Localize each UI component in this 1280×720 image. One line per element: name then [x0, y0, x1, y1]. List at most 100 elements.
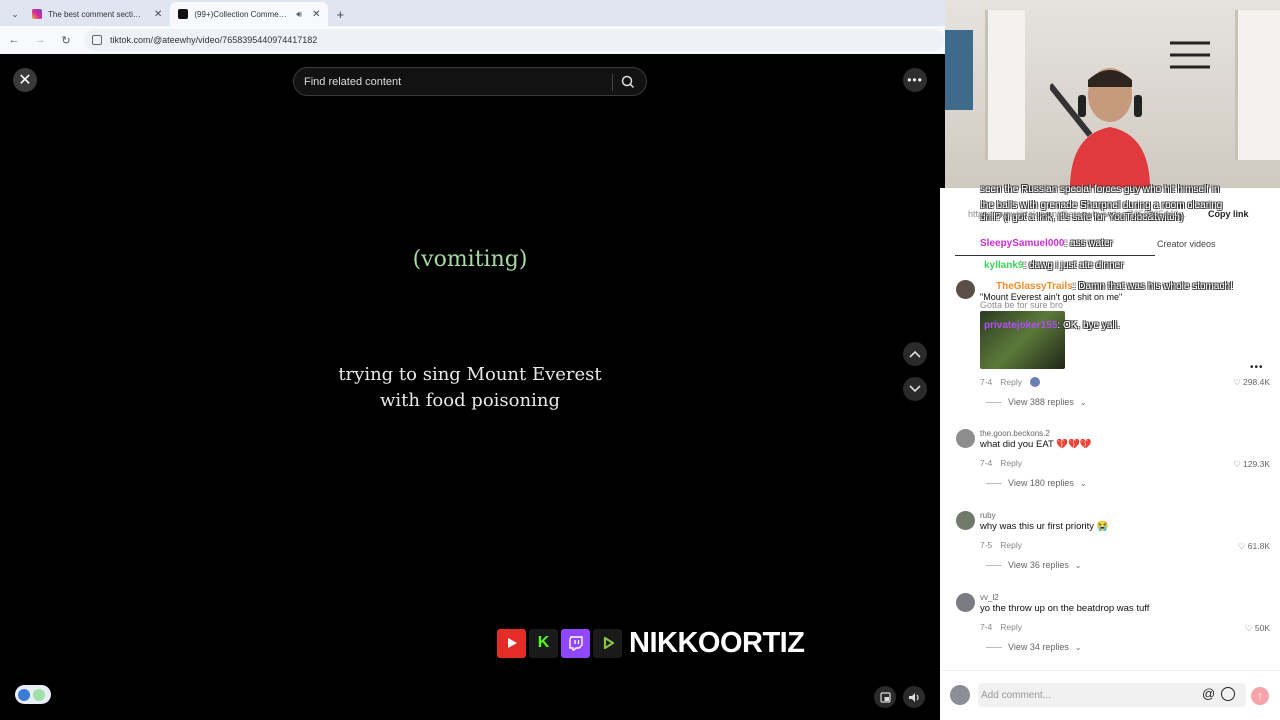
window-shape	[985, 10, 1025, 160]
post-comment-arrow-up-icon[interactable]: ↑	[1251, 687, 1269, 705]
screen: ⌄ The best comment section • Ins ✕ (99+)…	[0, 0, 1280, 720]
chat-overlay-line: privatejoker155: OK, bye yall.	[984, 320, 1280, 331]
site-info-icon[interactable]	[92, 35, 102, 45]
comment-meta: 7-4 Reply	[980, 458, 1022, 468]
url-text: tiktok.com/@ateewhy/video/76583954409744…	[110, 35, 318, 45]
chat-message: : ass water	[1064, 238, 1113, 249]
like-count[interactable]: ♡ 50K	[1245, 623, 1270, 634]
twitch-logo-icon	[561, 628, 590, 658]
chat-username: privatejoker155	[984, 320, 1058, 331]
new-tab-button[interactable]: +	[328, 2, 352, 26]
volume-icon[interactable]	[903, 686, 925, 708]
video-player[interactable]: ✕ Find related content ••• (vomiting) tr…	[0, 54, 940, 720]
forward-arrow-icon[interactable]: →	[32, 34, 48, 46]
chat-username: SleepySamuel000	[980, 238, 1065, 249]
tab-instagram[interactable]: The best comment section • Ins ✕	[24, 2, 170, 26]
chat-overlay-line: TheGlassyTrails: Damn that was his whole…	[996, 281, 1280, 292]
reply-button[interactable]: Reply	[1000, 377, 1022, 387]
view-replies-label: View 34 replies	[1008, 642, 1069, 652]
autoscroll-toggle[interactable]	[15, 685, 51, 704]
toggle-icon-blue	[18, 688, 30, 701]
view-replies-button[interactable]: View 36 replies ⌄	[986, 560, 1082, 570]
streamer-name: NIKKOORTIZ	[629, 626, 805, 659]
avatar[interactable]	[950, 685, 970, 705]
divider	[986, 482, 1002, 484]
chevron-down-icon: ⌄	[1074, 642, 1082, 652]
instagram-favicon-icon	[32, 9, 42, 19]
window-shape	[1235, 10, 1280, 160]
chat-overlay-line: kyllank9: dawg i just ate dinner	[984, 260, 1280, 271]
avatar[interactable]	[956, 593, 975, 612]
like-count-value: 50K	[1254, 623, 1270, 633]
view-replies-button[interactable]: View 388 replies ⌄	[986, 397, 1087, 407]
like-count-value: 298.4K	[1243, 377, 1270, 387]
like-count[interactable]: ♡ 298.4K	[1233, 377, 1270, 388]
chat-username: TheGlassyTrails	[996, 281, 1073, 292]
tab-tiktok[interactable]: (99+)Collection Comment s 🔊︎ ✕	[170, 2, 329, 26]
comment-username[interactable]: vv_l2	[980, 593, 999, 602]
comment-date: 7-5	[980, 540, 993, 550]
tiktok-favicon-icon	[178, 9, 189, 19]
view-replies-button[interactable]: View 34 replies ⌄	[986, 642, 1082, 652]
comment-meta: 7-4 Reply	[980, 622, 1022, 632]
view-replies-label: View 180 replies	[1008, 478, 1074, 488]
tab-close-icon[interactable]: ✕	[312, 9, 320, 20]
reload-icon[interactable]: ↻	[58, 34, 74, 47]
lyric-line: trying to sing Mount Everest	[338, 364, 602, 385]
search-icon[interactable]	[620, 74, 636, 90]
chat-message: : dawg i just ate dinner	[1023, 260, 1124, 271]
webcam-feed-image	[945, 0, 1280, 188]
chat-overlay-line: Gotta be for sure bro	[980, 300, 1064, 310]
view-replies-label: View 388 replies	[1008, 397, 1074, 407]
url-field[interactable]: tiktok.com/@ateewhy/video/76583954409744…	[84, 29, 944, 51]
chat-username: kyllank9	[984, 260, 1024, 271]
reply-button[interactable]: Reply	[1000, 622, 1022, 632]
avatar[interactable]	[956, 429, 975, 448]
like-count[interactable]: ♡ 129.3K	[1233, 459, 1270, 470]
copy-link-button[interactable]: Copy link	[1208, 209, 1268, 219]
streamer-silhouette	[1050, 68, 1150, 188]
chat-message: : Damn that was his whole stomach!	[1072, 281, 1233, 292]
comment-text: what did you EAT 💔💔💔	[980, 439, 1092, 450]
like-count[interactable]: ♡ 61.8K	[1238, 541, 1270, 552]
youtube-logo-icon	[497, 628, 526, 658]
tab-close-icon[interactable]: ✕	[154, 9, 162, 20]
share-url: https://www.tiktok.com/@ateewhy/video/76…	[968, 209, 1187, 219]
tab-list-chevron-icon[interactable]: ⌄	[6, 2, 24, 26]
comment-meta: 7-4 Reply	[980, 377, 1041, 387]
previous-video-chevron-up-icon[interactable]	[903, 342, 927, 366]
mention-icon[interactable]: @	[1202, 686, 1215, 701]
speaker-icon[interactable]: 🔊︎	[296, 9, 302, 20]
back-arrow-icon[interactable]: ←	[6, 34, 22, 46]
more-options-icon[interactable]: •••	[903, 68, 927, 92]
tab-title: The best comment section • Ins	[48, 9, 144, 19]
close-icon[interactable]: ✕	[13, 68, 37, 92]
picture-in-picture-icon[interactable]	[874, 686, 896, 708]
divider	[986, 564, 1002, 566]
divider	[612, 74, 613, 91]
chat-message: : OK, bye yall.	[1057, 320, 1120, 331]
view-replies-label: View 36 replies	[1008, 560, 1069, 570]
comment-more-options-icon[interactable]: •••	[1250, 362, 1264, 373]
creator-videos-tab[interactable]: Creator videos	[1157, 239, 1257, 249]
search-input[interactable]: Find related content	[293, 67, 647, 96]
avatar[interactable]	[956, 511, 975, 530]
next-video-chevron-down-icon[interactable]	[903, 377, 927, 401]
divider	[986, 646, 1002, 648]
comment-item: 7-4 Reply ♡ 298.4K View 388 replies ⌄	[956, 375, 1276, 415]
comment-meta: 7-5 Reply	[980, 540, 1022, 550]
view-replies-button[interactable]: View 180 replies ⌄	[986, 478, 1087, 488]
comment-username[interactable]: the.goon.beckons.2	[980, 429, 1050, 438]
streamer-brand: K NIKKOORTIZ	[497, 626, 805, 659]
chat-overlay-line: seen the Russian special forces guy who …	[980, 184, 1220, 195]
avatar[interactable]	[956, 280, 975, 299]
comments-panel: seen the Russian special forces guy who …	[940, 184, 1280, 720]
comment-date: 7-4	[980, 622, 993, 632]
reply-button[interactable]: Reply	[1000, 540, 1022, 550]
comment-username[interactable]: ruby	[980, 511, 996, 520]
chevron-down-icon: ⌄	[1079, 397, 1087, 407]
emoji-icon[interactable]	[1221, 687, 1235, 701]
reply-button[interactable]: Reply	[1000, 458, 1022, 468]
divider	[986, 401, 1002, 403]
comment-date: 7-4	[980, 458, 993, 468]
